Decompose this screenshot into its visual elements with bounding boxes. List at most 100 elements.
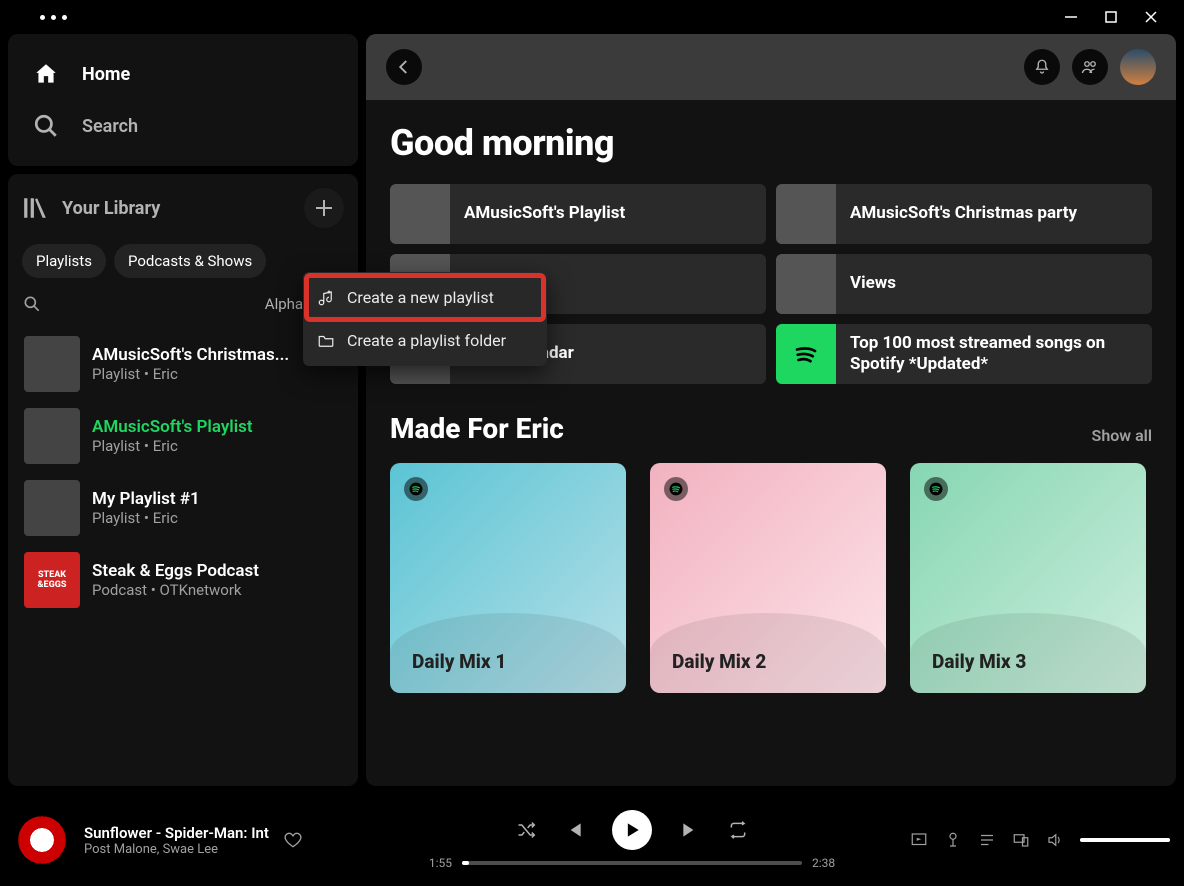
spotify-icon (788, 336, 824, 372)
library-item[interactable]: AMusicSoft's Christmas... Playlist • Eri… (16, 328, 350, 400)
daily-mix-card[interactable]: Daily Mix 3 (910, 463, 1146, 693)
progress-bar[interactable] (462, 861, 802, 865)
tile-thumb (390, 184, 450, 244)
volume-bar[interactable] (1080, 838, 1170, 842)
shortcut-tile[interactable]: Top 100 most streamed songs on Spotify *… (776, 324, 1152, 384)
spotify-icon (924, 477, 948, 501)
shuffle-icon (516, 820, 536, 840)
menu-item-label: Create a playlist folder (347, 331, 506, 350)
shortcut-tile[interactable]: AMusicSoft's Christmas party (776, 184, 1152, 244)
now-playing-view-button[interactable] (910, 831, 928, 849)
queue-icon (978, 831, 996, 849)
tile-title: AMusicSoft's Christmas party (850, 203, 1077, 224)
notifications-button[interactable] (1024, 49, 1060, 85)
tile-thumb (776, 184, 836, 244)
tile-title: Top 100 most streamed songs on Spotify *… (850, 333, 1152, 376)
nav-home-label: Home (82, 64, 130, 85)
like-button[interactable] (283, 830, 303, 850)
your-library-toggle[interactable]: Your Library (22, 195, 160, 221)
library-title: Your Library (62, 198, 160, 219)
profile-avatar[interactable] (1120, 49, 1156, 85)
nav-search-label: Search (82, 116, 138, 137)
section-title[interactable]: Made For Eric (390, 412, 564, 445)
next-button[interactable] (680, 820, 700, 840)
nav-home[interactable]: Home (26, 48, 340, 100)
chip-playlists[interactable]: Playlists (22, 244, 106, 278)
library-item-title: Steak & Eggs Podcast (92, 561, 259, 581)
library-item-subtitle: Playlist • Eric (92, 437, 253, 455)
playlist-thumb (24, 408, 80, 464)
bell-icon (1033, 58, 1051, 76)
home-icon (32, 60, 60, 88)
lyrics-button[interactable] (944, 831, 962, 849)
card-label: Daily Mix 1 (412, 650, 506, 673)
library-add-button[interactable] (304, 188, 344, 228)
plus-icon (315, 199, 333, 217)
playlist-thumb (24, 480, 80, 536)
mute-button[interactable] (1046, 831, 1064, 849)
library-item-subtitle: Playlist • Eric (92, 509, 200, 527)
back-button[interactable] (386, 49, 422, 85)
tile-title: AMusicSoft's Playlist (464, 203, 625, 224)
greeting-heading: Good morning (390, 122, 1152, 164)
friends-icon (1081, 58, 1099, 76)
connect-button[interactable] (1012, 831, 1030, 849)
heart-icon (283, 830, 303, 850)
previous-button[interactable] (564, 820, 584, 840)
play-button[interactable] (612, 810, 652, 850)
friends-button[interactable] (1072, 49, 1108, 85)
library-item-title: AMusicSoft's Christmas... (92, 345, 289, 365)
library-item-title: AMusicSoft's Playlist (92, 417, 253, 437)
now-playing-icon (910, 831, 928, 849)
volume-icon (1046, 831, 1064, 849)
library-item[interactable]: My Playlist #1 Playlist • Eric (16, 472, 350, 544)
menu-create-folder[interactable]: Create a playlist folder (307, 319, 543, 362)
library-item[interactable]: STEAK&EGGS Steak & Eggs Podcast Podcast … (16, 544, 350, 616)
card-label: Daily Mix 2 (672, 650, 766, 673)
time-total: 2:38 (812, 856, 835, 870)
now-playing-title[interactable]: Sunflower - Spider-Man: Int (84, 824, 269, 842)
nav-search[interactable]: Search (26, 100, 340, 152)
music-plus-icon (317, 289, 335, 307)
spotify-icon (404, 477, 428, 501)
repeat-icon (728, 820, 748, 840)
library-item[interactable]: AMusicSoft's Playlist Playlist • Eric (16, 400, 350, 472)
search-icon (32, 112, 60, 140)
window-close[interactable] (1142, 8, 1160, 26)
create-context-menu: Create a new playlist Create a playlist … (303, 272, 547, 366)
time-elapsed: 1:55 (429, 856, 452, 870)
daily-mix-card[interactable]: Daily Mix 2 (650, 463, 886, 693)
chevron-left-icon (395, 58, 413, 76)
tile-thumb (776, 254, 836, 314)
window-minimize[interactable] (1062, 8, 1080, 26)
play-icon (622, 820, 642, 840)
menu-create-playlist[interactable]: Create a new playlist (307, 276, 543, 319)
queue-button[interactable] (978, 831, 996, 849)
daily-mix-card[interactable]: Daily Mix 1 (390, 463, 626, 693)
library-item-subtitle: Podcast • OTKnetwork (92, 581, 259, 599)
card-label: Daily Mix 3 (932, 650, 1026, 673)
menu-item-label: Create a new playlist (347, 288, 494, 307)
devices-icon (1012, 831, 1030, 849)
chip-podcasts[interactable]: Podcasts & Shows (114, 244, 266, 278)
skip-back-icon (564, 820, 584, 840)
playlist-thumb (24, 336, 80, 392)
library-item-subtitle: Playlist • Eric (92, 365, 289, 383)
shortcut-tile[interactable]: AMusicSoft's Playlist (390, 184, 766, 244)
app-menu-dots[interactable] (10, 15, 67, 20)
now-playing-art[interactable] (14, 812, 70, 868)
shuffle-button[interactable] (516, 820, 536, 840)
library-item-title: My Playlist #1 (92, 489, 200, 509)
skip-forward-icon (680, 820, 700, 840)
podcast-thumb: STEAK&EGGS (24, 552, 80, 608)
now-playing-artist[interactable]: Post Malone, Swae Lee (84, 842, 269, 857)
window-maximize[interactable] (1102, 8, 1120, 26)
library-search-icon[interactable] (22, 294, 42, 314)
show-all-link[interactable]: Show all (1092, 426, 1152, 445)
repeat-button[interactable] (728, 820, 748, 840)
shortcut-tile[interactable]: Views (776, 254, 1152, 314)
folder-icon (317, 332, 335, 350)
tile-title: Views (850, 273, 896, 294)
tile-thumb (776, 324, 836, 384)
library-icon (22, 195, 48, 221)
